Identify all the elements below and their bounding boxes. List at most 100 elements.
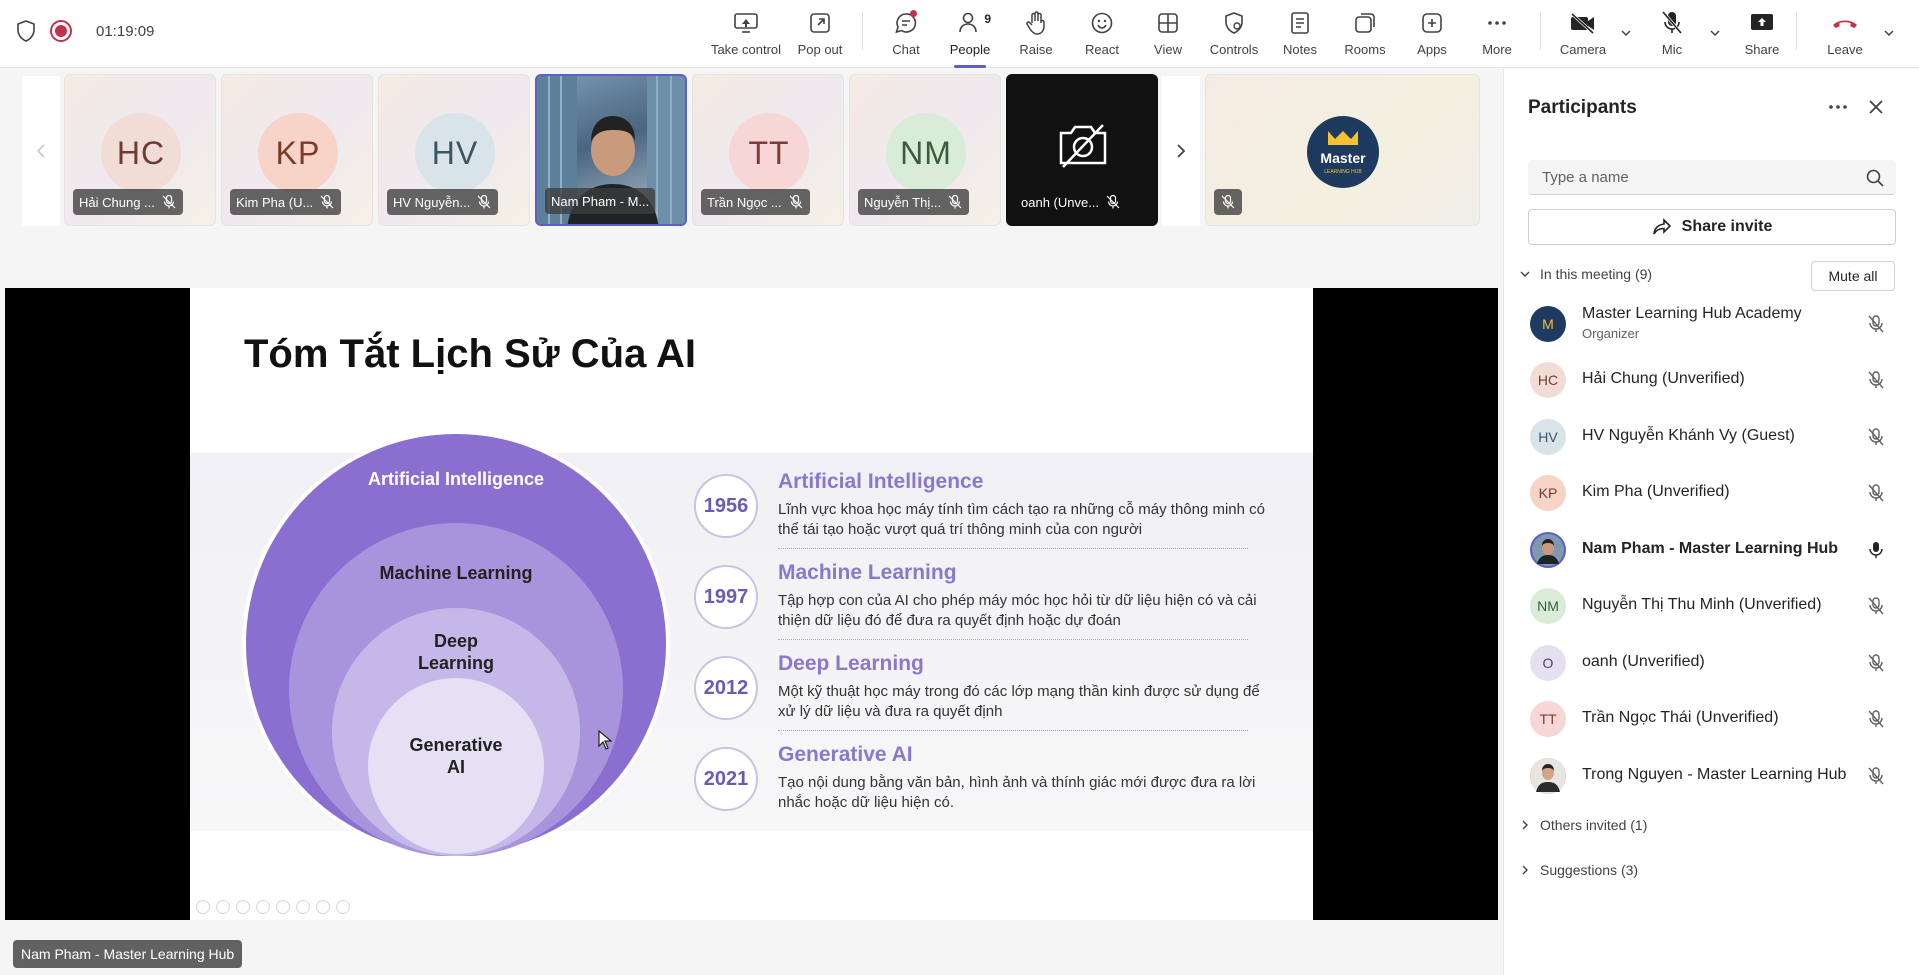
slide-tool-icon[interactable] <box>256 900 270 914</box>
slide-tool-icon[interactable] <box>236 900 250 914</box>
react-button[interactable]: React <box>1082 8 1122 62</box>
participant-name: Master Learning Hub Academy <box>1582 305 1802 322</box>
participant-name: Nam Pham - Master Learning Hub <box>1582 540 1839 557</box>
close-icon[interactable] <box>1864 95 1888 119</box>
participant-row[interactable]: M Master Learning Hub Academy Organizer <box>1504 296 1919 352</box>
mic-options-chevron-icon[interactable] <box>1708 26 1722 40</box>
avatar: M <box>1530 306 1566 342</box>
participant-tile[interactable]: oanh (Unve... <box>1006 74 1158 226</box>
avatar: HV <box>1530 419 1566 455</box>
svg-text:Master: Master <box>1320 150 1366 166</box>
mic-button[interactable]: Mic <box>1654 8 1690 62</box>
avatar: NM <box>886 113 966 193</box>
apps-button[interactable]: Apps <box>1412 8 1452 62</box>
leave-options-chevron-icon[interactable] <box>1882 26 1896 40</box>
participant-row[interactable]: Nam Pham - Master Learning Hub <box>1504 522 1919 578</box>
participant-tile[interactable]: NM Nguyễn Thị... <box>849 74 1001 226</box>
mute-all-button[interactable]: Mute all <box>1811 261 1895 291</box>
participant-row[interactable]: O oanh (Unverified) <box>1504 635 1919 691</box>
timeline-description: Một kỹ thuật học máy trong đó các lớp mạ… <box>778 683 1260 720</box>
avatar: HC <box>101 113 181 193</box>
participant-row[interactable]: HC Hải Chung (Unverified) <box>1504 352 1919 408</box>
timeline-divider <box>778 548 1248 549</box>
slide-tool-icon[interactable] <box>216 900 230 914</box>
search-icon[interactable] <box>1865 168 1885 188</box>
participant-video-tile[interactable]: Nam Pham - M... <box>535 74 687 226</box>
mic-off-icon[interactable] <box>1866 653 1886 673</box>
suggestions-section-toggle[interactable]: Suggestions (3) <box>1518 862 1638 878</box>
gallery-prev-button[interactable] <box>22 76 60 226</box>
participants-panel: Participants Share invite In this meetin… <box>1503 69 1919 975</box>
people-button[interactable]: 9 People <box>946 8 994 68</box>
participant-row[interactable]: TT Trần Ngọc Thái (Unverified) <box>1504 691 1919 747</box>
mic-off-icon[interactable] <box>1866 483 1886 503</box>
participant-nametag: Trần Ngọc ... <box>701 189 810 215</box>
avatar <box>1530 758 1566 794</box>
timeline-item: 1956 Artificial Intelligence Lĩnh vực kh… <box>694 470 1265 554</box>
in-meeting-section-toggle[interactable]: In this meeting (9) <box>1518 266 1652 282</box>
meeting-toolbar: 01:19:09 Take control Pop out Chat 9 Peo… <box>0 0 1919 68</box>
mic-off-icon[interactable] <box>1866 370 1886 390</box>
mic-on-icon[interactable] <box>1866 540 1886 560</box>
slide-tool-icon[interactable] <box>316 900 330 914</box>
toolbar-divider <box>1540 12 1541 50</box>
share-icon <box>1652 218 1671 235</box>
slide-tool-icon[interactable] <box>336 900 350 914</box>
notes-button[interactable]: Notes <box>1280 8 1320 62</box>
rooms-button[interactable]: Rooms <box>1343 8 1387 62</box>
timeline-year: 1956 <box>694 474 758 538</box>
mic-off-icon[interactable] <box>1866 766 1886 786</box>
participant-tile[interactable]: HC Hải Chung ... <box>64 74 216 226</box>
avatar: HV <box>415 113 495 193</box>
chat-button[interactable]: Chat <box>886 8 926 62</box>
participant-tile[interactable]: KP Kim Pha (U... <box>221 74 373 226</box>
participant-tile[interactable]: TT Trần Ngọc ... <box>692 74 844 226</box>
mic-off-icon <box>789 194 803 209</box>
gallery-next-button[interactable] <box>1162 76 1200 226</box>
participant-search-input[interactable] <box>1528 160 1896 195</box>
participant-row[interactable]: HV HV Nguyễn Khánh Vy (Guest) <box>1504 409 1919 465</box>
share-invite-button[interactable]: Share invite <box>1528 209 1896 245</box>
participant-nametag: Nguyễn Thị... <box>858 189 970 215</box>
participant-row[interactable]: NM Nguyễn Thị Thu Minh (Unverified) <box>1504 578 1919 634</box>
slide-tool-icon[interactable] <box>276 900 290 914</box>
organizer-tile[interactable]: Master LEARNING HUB <box>1205 74 1480 226</box>
mic-off-icon <box>948 194 962 209</box>
camera-button[interactable]: Camera <box>1558 8 1608 62</box>
people-icon: 9 <box>955 8 991 38</box>
mic-off-icon <box>1657 8 1687 38</box>
slideshow-toolbar[interactable] <box>196 900 350 914</box>
mic-off-icon <box>1106 194 1120 209</box>
participant-tile[interactable]: HV HV Nguyễn... <box>378 74 530 226</box>
more-options-icon[interactable] <box>1824 95 1852 119</box>
slide-tool-icon[interactable] <box>196 900 210 914</box>
leave-button[interactable]: Leave <box>1824 8 1866 62</box>
presenter-nametag: Nam Pham - Master Learning Hub <box>13 940 243 968</box>
participant-nametag: Nam Pham - M... <box>545 188 656 214</box>
camera-options-chevron-icon[interactable] <box>1619 26 1633 40</box>
participant-row[interactable]: Trong Nguyen - Master Learning Hub <box>1504 748 1919 804</box>
mic-off-icon[interactable] <box>1866 709 1886 729</box>
mic-off-icon[interactable] <box>1866 427 1886 447</box>
timeline-year: 1997 <box>694 565 758 629</box>
timeline-year: 2012 <box>694 656 758 720</box>
share-button[interactable]: Share <box>1742 8 1782 62</box>
view-button[interactable]: View <box>1148 8 1188 62</box>
slide-tool-icon[interactable] <box>296 900 310 914</box>
participant-row[interactable]: KP Kim Pha (Unverified) <box>1504 465 1919 521</box>
participant-name: Trần Ngọc Thái (Unverified) <box>1582 709 1779 726</box>
avatar: NM <box>1530 588 1566 624</box>
participant-nametag <box>1214 189 1242 215</box>
mic-off-icon[interactable] <box>1866 596 1886 616</box>
more-button[interactable]: More <box>1477 8 1517 62</box>
ai-nested-circles-diagram: Artificial Intelligence Machine Learning… <box>240 428 670 856</box>
mic-off-icon <box>320 194 334 209</box>
take-control-button[interactable]: Take control <box>711 8 781 62</box>
raise-hand-button[interactable]: Raise <box>1016 8 1056 62</box>
controls-button[interactable]: Controls <box>1208 8 1260 62</box>
mic-off-icon[interactable] <box>1866 314 1886 334</box>
timeline-divider <box>778 730 1248 731</box>
others-invited-section-toggle[interactable]: Others invited (1) <box>1518 817 1647 833</box>
pop-out-button[interactable]: Pop out <box>792 8 848 62</box>
slide-title: Tóm Tắt Lịch Sử Của AI <box>244 332 696 376</box>
